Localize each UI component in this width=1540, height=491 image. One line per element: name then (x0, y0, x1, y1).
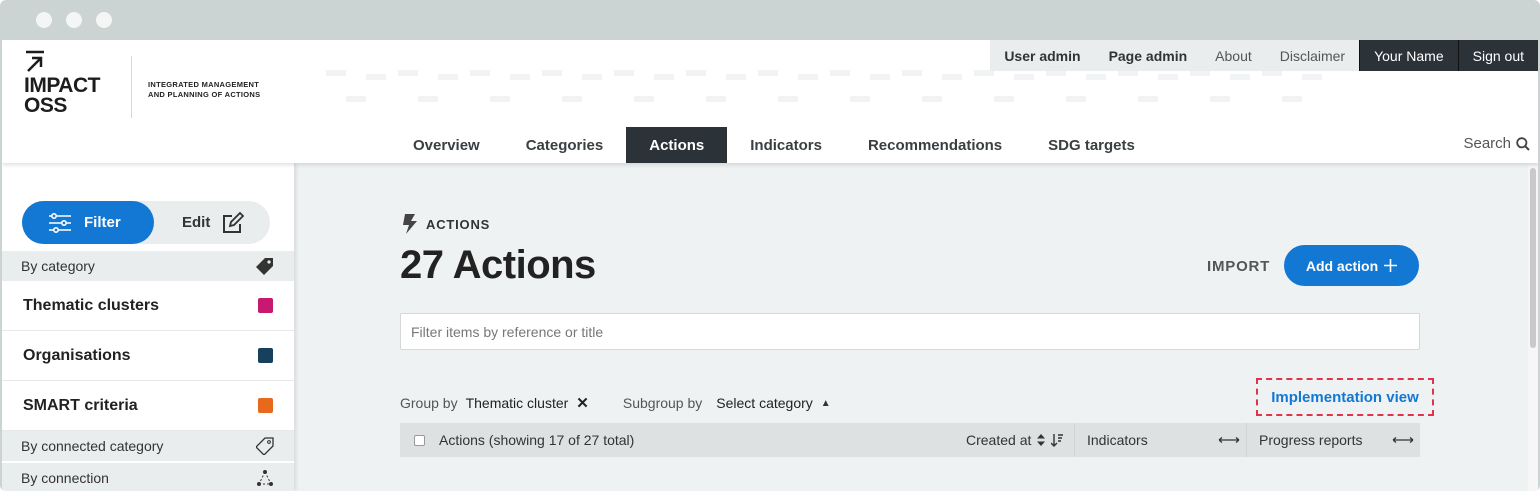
group-by-value[interactable]: Thematic cluster (466, 395, 569, 411)
header-pattern (342, 74, 1342, 80)
table-header: Actions (showing 17 of 27 total) Created… (400, 423, 1420, 457)
indicators-column-header[interactable]: Indicators (1074, 423, 1246, 457)
progress-reports-column-header[interactable]: Progress reports (1246, 423, 1420, 457)
group-by-label: Group by (400, 395, 458, 411)
search-label: Search (1463, 135, 1511, 152)
nav-sdg-targets[interactable]: SDG targets (1025, 127, 1158, 163)
filter-edit-toggle: Filter Edit (22, 201, 270, 244)
expand-horizontal-icon (1218, 437, 1240, 443)
import-button[interactable]: IMPORT (1207, 258, 1270, 275)
category-label: Organisations (23, 346, 131, 364)
search-icon (1516, 136, 1530, 151)
category-thematic-clusters[interactable]: Thematic clusters (2, 281, 294, 331)
window-controls (36, 12, 112, 28)
created-at-sort[interactable]: Created at (966, 432, 1066, 448)
window-minimize-dot[interactable] (66, 12, 82, 28)
window-close-dot[interactable] (36, 12, 52, 28)
window-maximize-dot[interactable] (96, 12, 112, 28)
by-connection-label: By connection (21, 470, 109, 486)
nav-recommendations[interactable]: Recommendations (845, 127, 1025, 163)
scrollbar-thumb[interactable] (1530, 168, 1536, 348)
page-title: 27 Actions (400, 243, 596, 287)
select-arrows-icon[interactable]: ▲ (821, 398, 831, 409)
nav-categories[interactable]: Categories (503, 127, 627, 163)
edit-icon (223, 211, 245, 233)
main-navigation: Overview Categories Actions Indicators R… (390, 127, 1158, 163)
header-pattern (322, 96, 1322, 102)
logo-line-2: OSS (24, 94, 67, 117)
category-smart-criteria[interactable]: SMART criteria (2, 381, 294, 431)
sign-out-link[interactable]: Sign out (1457, 40, 1538, 71)
edit-label: Edit (182, 214, 211, 231)
tag-icon (256, 258, 273, 275)
nav-indicators[interactable]: Indicators (727, 127, 845, 163)
by-connected-category-header: By connected category (2, 431, 294, 461)
implementation-view-link[interactable]: Implementation view (1256, 378, 1434, 416)
category-color-swatch (258, 348, 273, 363)
category-color-swatch (258, 298, 273, 313)
clear-group-icon[interactable]: ✕ (576, 394, 589, 412)
about-link[interactable]: About (1201, 40, 1266, 71)
user-admin-link[interactable]: User admin (990, 40, 1095, 71)
top-navigation: User admin Page admin About Disclaimer Y… (990, 40, 1538, 71)
lightning-icon (403, 214, 417, 234)
filter-tab[interactable]: Filter (22, 201, 154, 244)
subgroup-select[interactable]: Select category (716, 395, 813, 411)
page-admin-link[interactable]: Page admin (1094, 40, 1202, 71)
progress-reports-label: Progress reports (1259, 432, 1363, 448)
category-label: Thematic clusters (23, 296, 160, 314)
logo-wordmark: IMPACT OSS (24, 74, 100, 117)
indicators-label: Indicators (1087, 432, 1148, 448)
logo[interactable]: IMPACT OSS INTEGRATED MANAGEMENT AND PLA… (24, 50, 284, 120)
logo-arrow-icon (26, 50, 44, 72)
by-category-header: By category (2, 251, 294, 281)
tagline-line-1: INTEGRATED MANAGEMENT (148, 80, 260, 89)
eyebrow-label: ACTIONS (426, 216, 491, 232)
select-all-checkbox[interactable] (414, 434, 425, 446)
created-at-label: Created at (966, 432, 1032, 448)
nav-overview[interactable]: Overview (390, 127, 503, 163)
by-connection-header: By connection (2, 463, 294, 491)
actions-column-header: Actions (showing 17 of 27 total) (439, 432, 635, 448)
sidebar: Filter Edit By category Thematic cluster… (2, 163, 294, 491)
logo-divider (131, 56, 132, 118)
filter-label: Filter (84, 214, 121, 231)
connection-graph-icon (257, 470, 273, 486)
nav-actions[interactable]: Actions (626, 127, 728, 163)
filter-input[interactable] (400, 313, 1420, 350)
tag-outline-icon (256, 437, 274, 455)
sliders-icon (49, 212, 71, 233)
by-connected-category-label: By connected category (21, 438, 164, 454)
section-eyebrow: ACTIONS (402, 214, 490, 234)
category-organisations[interactable]: Organisations (2, 331, 294, 381)
plus-icon (1384, 259, 1398, 272)
add-action-label: Add action (1305, 257, 1379, 274)
expand-horizontal-icon (1392, 437, 1414, 443)
sort-descending-icon (1051, 433, 1064, 447)
tagline-line-2: AND PLANNING OF ACTIONS (148, 90, 261, 99)
subgroup-label: Subgroup by (622, 395, 703, 411)
page: ACTIONS 27 Actions IMPORT Add action Gro… (2, 40, 1538, 491)
logo-tagline: INTEGRATED MANAGEMENT AND PLANNING OF AC… (148, 80, 260, 100)
logo-line-1: IMPACT (24, 74, 100, 97)
grouping-controls: Group by Thematic cluster ✕ Subgroup by … (400, 394, 831, 412)
category-label: SMART criteria (23, 396, 138, 414)
add-action-button[interactable]: Add action (1284, 245, 1419, 286)
category-color-swatch (258, 398, 273, 413)
by-category-label: By category (21, 258, 95, 274)
site-header: IMPACT OSS INTEGRATED MANAGEMENT AND PLA… (2, 40, 1538, 163)
page-scrollbar[interactable] (1528, 165, 1538, 491)
search-button[interactable]: Search (1463, 135, 1530, 152)
browser-window: ACTIONS 27 Actions IMPORT Add action Gro… (0, 0, 1540, 491)
disclaimer-link[interactable]: Disclaimer (1265, 40, 1360, 71)
sort-arrows-icon (1037, 434, 1046, 446)
edit-tab[interactable]: Edit (182, 201, 245, 244)
user-name-link[interactable]: Your Name (1359, 40, 1458, 71)
